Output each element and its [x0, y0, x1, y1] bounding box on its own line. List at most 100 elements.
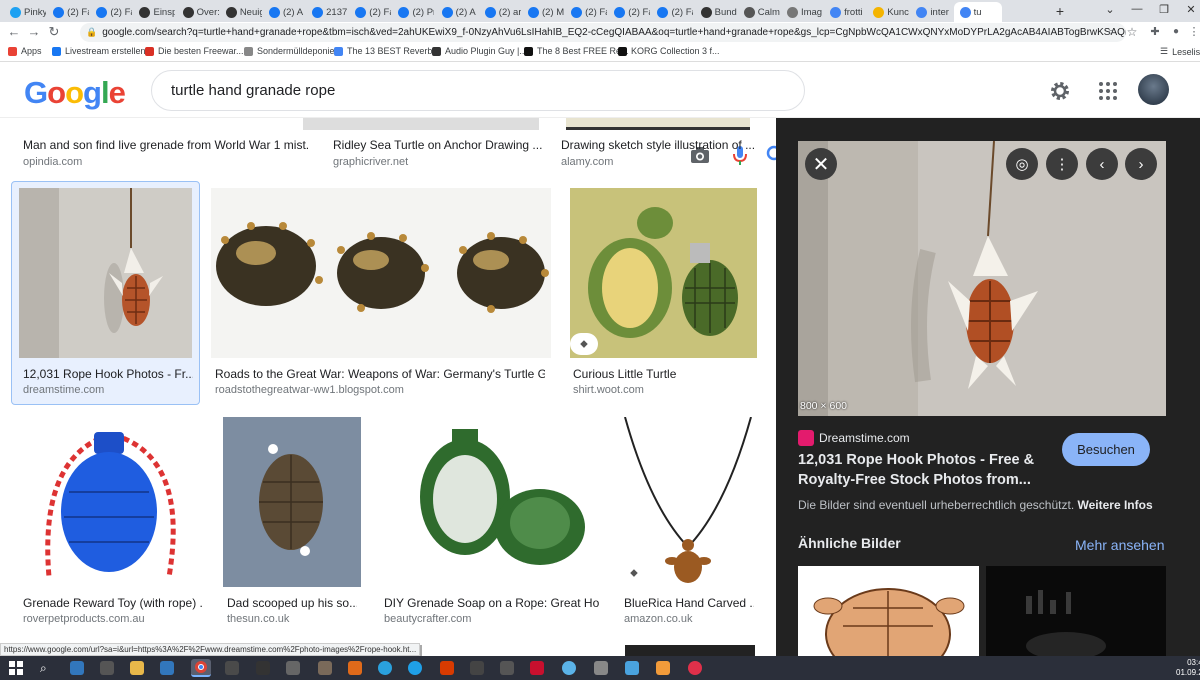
- browser-tab[interactable]: Over:: [177, 2, 219, 22]
- taskbar-search-icon[interactable]: ⌕: [40, 661, 54, 675]
- reload-icon[interactable]: ↻: [46, 24, 62, 40]
- search-query[interactable]: turtle hand granade rope: [171, 82, 335, 99]
- browser-tab[interactable]: 2137: [306, 2, 348, 22]
- close-icon[interactable]: ✕: [805, 148, 837, 180]
- browser-tab[interactable]: (2) ar: [479, 2, 521, 22]
- apps-grid-icon[interactable]: [1099, 82, 1117, 100]
- search-box[interactable]: turtle hand granade rope: [151, 70, 805, 111]
- browser-tab[interactable]: Calm: [738, 2, 780, 22]
- rope-turtle-photo[interactable]: [19, 188, 192, 358]
- source-site[interactable]: Dreamstime.com: [798, 430, 910, 446]
- result-title[interactable]: Man and son find live grenade from World…: [23, 138, 308, 152]
- browser-tab[interactable]: tu: [953, 2, 1002, 22]
- bookmark-item[interactable]: KORG Collection 3 f...: [618, 46, 720, 56]
- result-title[interactable]: Dad scooped up his so...: [227, 596, 357, 610]
- close-window-icon[interactable]: ✕: [1181, 3, 1200, 16]
- browser-tab[interactable]: (2) Fa: [565, 2, 607, 22]
- cartoon-turtle-image[interactable]: [570, 188, 757, 358]
- bookmark-item[interactable]: Livestream erstellen: [52, 46, 146, 56]
- result-title[interactable]: DIY Grenade Soap on a Rope: Great Ho...: [384, 596, 599, 610]
- account-avatar[interactable]: [1138, 74, 1169, 105]
- result-title[interactable]: Roads to the Great War: Weapons of War: …: [215, 367, 545, 381]
- result-image[interactable]: [303, 118, 539, 130]
- taskbar-mail-icon[interactable]: [160, 661, 174, 675]
- browser-tab[interactable]: frotti: [824, 2, 866, 22]
- turtle-necklace-photo[interactable]: [620, 417, 756, 587]
- taskbar-chrome-icon[interactable]: [191, 659, 211, 677]
- browser-tab[interactable]: (2) Fa: [651, 2, 693, 22]
- lens-search-icon[interactable]: ◎: [1006, 148, 1038, 180]
- more-info-link[interactable]: Weitere Infos: [1078, 498, 1153, 512]
- more-options-icon[interactable]: ⋮: [1046, 148, 1078, 180]
- result-image[interactable]: [625, 645, 755, 656]
- settings-gear-icon[interactable]: [1048, 79, 1072, 103]
- muddy-grenade-photo[interactable]: [223, 417, 361, 587]
- profile-icon[interactable]: ●: [1168, 24, 1184, 40]
- taskbar-app-icon[interactable]: [688, 661, 702, 675]
- zoom-icon[interactable]: ⌕: [1103, 24, 1119, 40]
- chevron-left-icon[interactable]: ‹: [1086, 148, 1118, 180]
- taskbar-app-icon[interactable]: [562, 661, 576, 675]
- taskbar-app-icon[interactable]: [594, 661, 608, 675]
- taskbar-app-icon[interactable]: [530, 661, 544, 675]
- bookmark-item[interactable]: Die besten Freewar...: [145, 46, 244, 56]
- browser-tab[interactable]: (2) A: [263, 2, 305, 22]
- tab-search-icon[interactable]: ⌄: [1100, 3, 1120, 16]
- browser-tab[interactable]: Imag: [781, 2, 823, 22]
- browser-tab[interactable]: (2) Pr: [392, 2, 434, 22]
- restore-icon[interactable]: ❐: [1154, 3, 1174, 16]
- browser-tab[interactable]: inter: [910, 2, 952, 22]
- browser-tab[interactable]: (2) Fa: [47, 2, 89, 22]
- preview-title-line2[interactable]: Royalty-Free Stock Photos from...: [798, 472, 1031, 488]
- address-bar[interactable]: 🔒 google.com/search?q=turtle+hand+granad…: [80, 23, 1126, 42]
- taskbar-app-icon[interactable]: [286, 661, 300, 675]
- forward-icon[interactable]: →: [26, 24, 42, 40]
- taskbar-app-icon[interactable]: [656, 661, 670, 675]
- related-dark-photo[interactable]: [986, 566, 1166, 656]
- turtle-grenade-photo[interactable]: [211, 188, 551, 358]
- back-icon[interactable]: ←: [6, 24, 22, 40]
- taskbar-app-icon[interactable]: [225, 661, 239, 675]
- bookmark-item[interactable]: Audio Plugin Guy |...: [432, 46, 527, 56]
- browser-tab[interactable]: Neuig: [220, 2, 262, 22]
- see-more-link[interactable]: Mehr ansehen: [1075, 537, 1165, 553]
- result-title[interactable]: Drawing sketch style illustration of ...: [561, 138, 756, 152]
- browser-tab[interactable]: Pinky: [4, 2, 46, 22]
- reading-list[interactable]: ☰ Leseliste: [1160, 46, 1200, 57]
- browser-tab[interactable]: (2) Fa: [608, 2, 650, 22]
- preview-image[interactable]: [798, 141, 1166, 416]
- result-title[interactable]: Grenade Reward Toy (with rope) ...: [23, 596, 203, 610]
- taskbar-app-icon[interactable]: [440, 661, 454, 675]
- visit-button[interactable]: Besuchen: [1062, 433, 1150, 466]
- bookmark-item[interactable]: The 13 BEST Reverb...: [334, 46, 440, 56]
- grenade-soap-mold-photo[interactable]: [380, 417, 601, 587]
- taskbar-store-icon[interactable]: [100, 661, 114, 675]
- result-title[interactable]: Ridley Sea Turtle on Anchor Drawing ...: [333, 138, 543, 152]
- browser-tab[interactable]: (2) M: [522, 2, 564, 22]
- taskbar-edge-icon[interactable]: [70, 661, 84, 675]
- taskbar-explorer-icon[interactable]: [130, 661, 144, 675]
- result-title[interactable]: Curious Little Turtle: [573, 367, 753, 381]
- taskbar-app-icon[interactable]: [470, 661, 484, 675]
- taskbar-telegram-icon[interactable]: [378, 661, 392, 675]
- result-title[interactable]: 12,031 Rope Hook Photos - Fr...: [23, 367, 193, 381]
- system-clock[interactable]: 03:40 01.09.20: [1176, 658, 1200, 678]
- browser-tab[interactable]: Kunc: [867, 2, 909, 22]
- windows-start-icon[interactable]: [9, 661, 23, 675]
- new-tab-icon[interactable]: +: [1050, 3, 1070, 19]
- preview-title-line1[interactable]: 12,031 Rope Hook Photos - Free &: [798, 452, 1034, 468]
- taskbar-app-icon[interactable]: [318, 661, 332, 675]
- taskbar-app-icon[interactable]: [500, 661, 514, 675]
- taskbar-app-icon[interactable]: [256, 661, 270, 675]
- bookmark-star-icon[interactable]: ☆: [1124, 24, 1140, 40]
- extensions-icon[interactable]: ✚: [1147, 24, 1163, 40]
- result-title[interactable]: BlueRica Hand Carved ...: [624, 596, 754, 610]
- taskbar-skype-icon[interactable]: [408, 661, 422, 675]
- related-turtle-drawing[interactable]: [798, 566, 979, 656]
- bookmark-item[interactable]: Sondermülldeponie...: [244, 46, 342, 56]
- result-image[interactable]: [566, 118, 750, 130]
- minimize-icon[interactable]: —: [1127, 3, 1147, 15]
- browser-tab[interactable]: (2) Fa: [349, 2, 391, 22]
- chevron-right-icon[interactable]: ›: [1125, 148, 1157, 180]
- menu-icon[interactable]: ⋮: [1186, 24, 1200, 40]
